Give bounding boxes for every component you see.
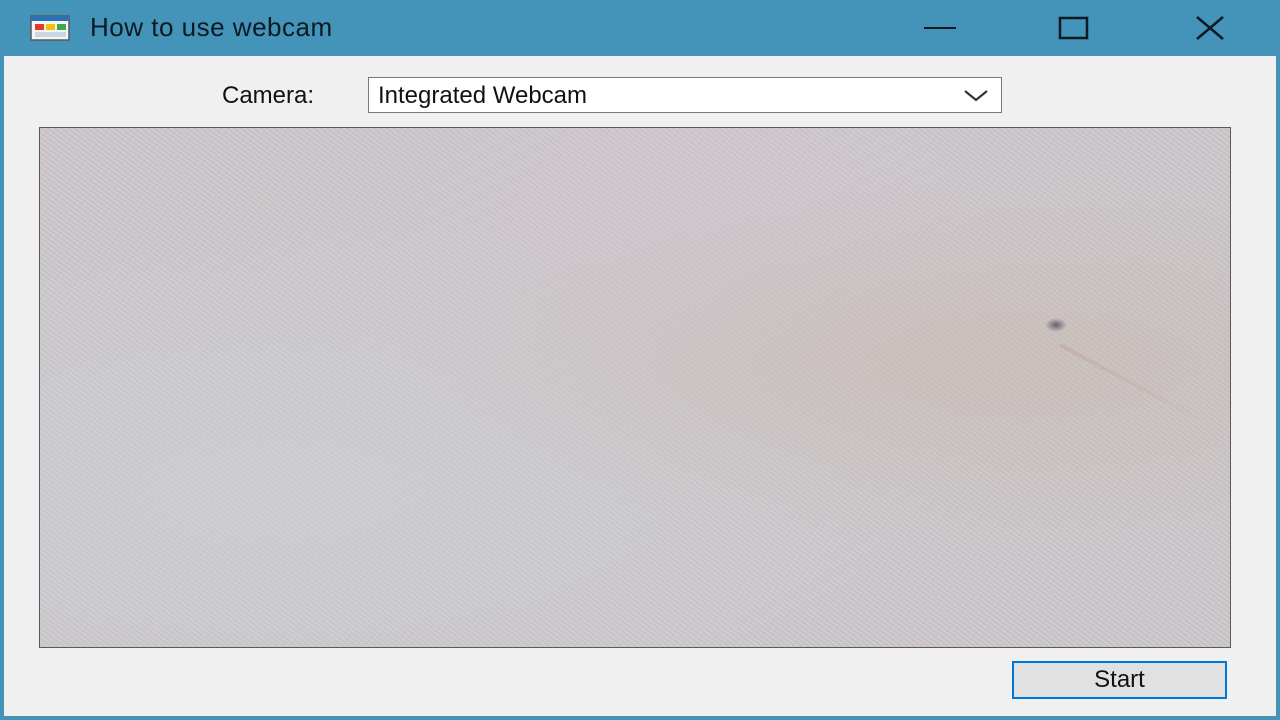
preview-speck (1045, 318, 1067, 332)
webcam-preview (39, 127, 1231, 648)
chevron-down-icon[interactable] (963, 86, 989, 104)
start-button[interactable]: Start (1012, 661, 1227, 699)
form-client-area: Camera: Integrated Webcam Start (4, 56, 1276, 716)
title-bar[interactable]: How to use webcam (0, 0, 1280, 56)
minimize-icon (924, 27, 956, 29)
maximize-icon (1058, 16, 1089, 40)
minimize-button[interactable] (872, 0, 1008, 56)
app-window: How to use webcam Camera: Integrated Web… (0, 0, 1280, 720)
camera-label: Camera: (222, 82, 315, 109)
preview-streak (1059, 343, 1220, 432)
camera-select[interactable]: Integrated Webcam (368, 77, 1002, 113)
app-window-icon[interactable] (30, 15, 70, 41)
camera-select-value: Integrated Webcam (378, 82, 588, 109)
close-icon (1196, 16, 1224, 40)
close-button[interactable] (1142, 0, 1278, 56)
window-title: How to use webcam (90, 12, 333, 42)
maximize-button[interactable] (1006, 0, 1142, 56)
